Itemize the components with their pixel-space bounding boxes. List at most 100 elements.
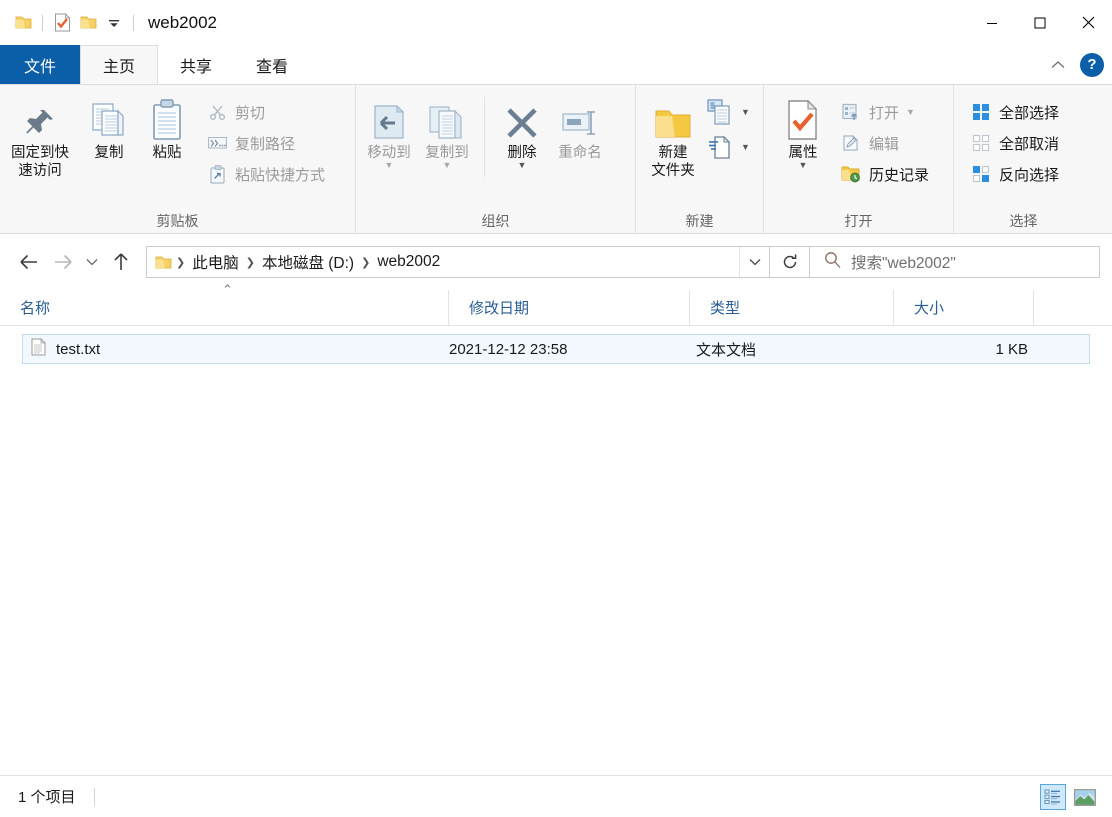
clipboard-small-buttons: 剪切 复制路径 粘贴快捷方式: [202, 93, 331, 189]
column-header-type[interactable]: 类型: [689, 289, 893, 326]
column-header-modified[interactable]: 修改日期: [448, 289, 689, 326]
view-toggle-group: [1040, 776, 1098, 817]
cut-button[interactable]: 剪切: [202, 97, 331, 127]
select-all-button[interactable]: 全部选择: [966, 97, 1065, 127]
ribbon: 固定到快 速访问 复制 粘贴 剪切 复制路径 粘贴快捷方式 剪贴板 移动到 ▼ …: [0, 84, 1112, 234]
delete-caret-icon[interactable]: ▼: [518, 161, 527, 170]
paste-shortcut-label: 粘贴快捷方式: [235, 166, 326, 184]
help-icon[interactable]: ?: [1080, 52, 1104, 77]
column-header-name-label: 名称: [20, 300, 51, 317]
move-to-caret-icon[interactable]: ▼: [385, 161, 394, 170]
delete-button[interactable]: 删除 ▼: [493, 93, 551, 170]
invert-selection-button[interactable]: 反向选择: [966, 159, 1065, 189]
breadcrumb-separator-1-icon[interactable]: ❯: [245, 256, 256, 269]
file-explorer-window: web2002 文件 主页 共享 查看 ? 固定到快 速访问 复制 粘贴 剪切 …: [0, 0, 1112, 817]
copy-to-caret-icon[interactable]: ▼: [443, 161, 452, 170]
move-to-icon: [369, 97, 409, 141]
properties-check-icon[interactable]: [49, 10, 75, 36]
breadcrumb-item-2[interactable]: web2002: [371, 251, 446, 273]
rename-label: 重命名: [558, 145, 602, 161]
new-stack-buttons: ▼ ▼: [702, 93, 756, 164]
window-title: web2002: [148, 12, 218, 32]
select-none-button[interactable]: 全部取消: [966, 128, 1065, 158]
tab-view[interactable]: 查看: [234, 45, 310, 84]
pin-to-quick-access-button[interactable]: 固定到快 速访问: [0, 93, 80, 180]
tab-strip-right-controls: ?: [1046, 45, 1104, 84]
large-icons-view-button[interactable]: [1072, 784, 1098, 810]
close-button[interactable]: [1064, 0, 1112, 45]
select-all-icon: [970, 101, 992, 123]
breadcrumb-item-1[interactable]: 本地磁盘 (D:): [256, 249, 360, 275]
open-label: 打开: [869, 104, 900, 122]
select-small-buttons: 全部选择 全部取消 反向选择: [966, 93, 1065, 189]
properties-button[interactable]: 属性 ▼: [774, 93, 832, 170]
ribbon-group-new: 新建 文件夹 ▼ ▼ 新建: [635, 85, 763, 233]
move-to-button[interactable]: 移动到 ▼: [360, 93, 418, 170]
copy-path-label: 复制路径: [235, 135, 296, 153]
edit-button[interactable]: 编辑: [836, 128, 935, 158]
paste-button[interactable]: 粘贴: [138, 93, 196, 162]
maximize-button[interactable]: [1016, 0, 1064, 45]
ribbon-group-open: 属性 ▼ 打开 ▼ 编辑 历史记录 打开: [763, 85, 953, 233]
address-bar[interactable]: ❯ 此电脑 ❯ 本地磁盘 (D:) ❯ web2002: [146, 246, 770, 278]
rename-icon: [559, 97, 601, 141]
column-header-size-label: 大小: [914, 300, 945, 317]
new-folder-button[interactable]: 新建 文件夹: [644, 93, 702, 180]
copy-to-icon: [427, 97, 467, 141]
open-caret-icon[interactable]: ▼: [906, 107, 915, 116]
new-folder-icon[interactable]: [75, 10, 101, 36]
tab-file[interactable]: 文件: [0, 45, 81, 84]
tab-share[interactable]: 共享: [158, 45, 234, 84]
select-none-icon: [970, 132, 992, 154]
ribbon-group-organize-label: 组织: [481, 213, 510, 229]
customize-qat-caret-icon[interactable]: [101, 10, 127, 36]
copy-label: 复制: [94, 145, 124, 161]
back-button[interactable]: [12, 245, 46, 279]
rename-button[interactable]: 重命名: [551, 93, 609, 162]
column-header-name[interactable]: ⌃ 名称: [0, 282, 448, 326]
properties-caret-icon[interactable]: ▼: [799, 161, 808, 170]
breadcrumb-item-0[interactable]: 此电脑: [186, 249, 245, 275]
properties-icon: [786, 97, 820, 141]
copy-path-button[interactable]: 复制路径: [202, 128, 331, 158]
breadcrumb-separator-0-icon[interactable]: ❯: [175, 256, 186, 269]
edit-icon: [840, 132, 862, 154]
tab-home[interactable]: 主页: [80, 45, 159, 84]
details-view-button[interactable]: [1040, 784, 1066, 810]
minimize-button[interactable]: [968, 0, 1016, 45]
column-header-size[interactable]: 大小: [893, 289, 1033, 326]
qat-separator-2: [133, 14, 134, 31]
select-none-label: 全部取消: [999, 135, 1060, 153]
copy-to-button[interactable]: 复制到 ▼: [418, 93, 476, 170]
easy-access-button[interactable]: ▼: [702, 130, 756, 164]
refresh-button[interactable]: [770, 246, 810, 278]
column-header-filler[interactable]: [1033, 289, 1112, 326]
new-item-button[interactable]: ▼: [702, 95, 756, 129]
history-icon: [840, 163, 862, 185]
system-menu-folder-icon[interactable]: [10, 10, 36, 36]
table-row[interactable]: test.txt 2021-12-12 23:58 文本文档 1 KB: [22, 334, 1090, 364]
address-folder-icon[interactable]: [153, 255, 175, 270]
forward-button[interactable]: [46, 245, 80, 279]
address-dropdown-icon[interactable]: [739, 247, 769, 277]
new-item-caret-icon[interactable]: ▼: [741, 107, 750, 116]
ribbon-group-select: 全部选择 全部取消 反向选择 选择: [953, 85, 1093, 233]
search-input[interactable]: 搜索"web2002": [851, 251, 956, 273]
recent-locations-button[interactable]: [80, 245, 104, 279]
paste-label: 粘贴: [152, 145, 182, 161]
paste-shortcut-button[interactable]: 粘贴快捷方式: [202, 159, 331, 189]
ribbon-group-clipboard: 固定到快 速访问 复制 粘贴 剪切 复制路径 粘贴快捷方式 剪贴板: [0, 85, 355, 233]
sort-ascending-icon: ⌃: [222, 281, 233, 297]
column-header-modified-label: 修改日期: [469, 300, 530, 317]
select-all-label: 全部选择: [999, 104, 1060, 122]
history-button[interactable]: 历史记录: [836, 159, 935, 189]
status-separator: [93, 787, 95, 806]
open-button[interactable]: 打开 ▼: [836, 97, 935, 127]
easy-access-caret-icon[interactable]: ▼: [741, 142, 750, 151]
copy-button[interactable]: 复制: [80, 93, 138, 162]
collapse-ribbon-icon[interactable]: [1046, 53, 1070, 77]
up-one-level-button[interactable]: [104, 245, 138, 279]
breadcrumb-separator-2-icon[interactable]: ❯: [360, 256, 371, 269]
file-list[interactable]: test.txt 2021-12-12 23:58 文本文档 1 KB: [0, 326, 1112, 775]
search-box[interactable]: 搜索"web2002": [810, 246, 1100, 278]
